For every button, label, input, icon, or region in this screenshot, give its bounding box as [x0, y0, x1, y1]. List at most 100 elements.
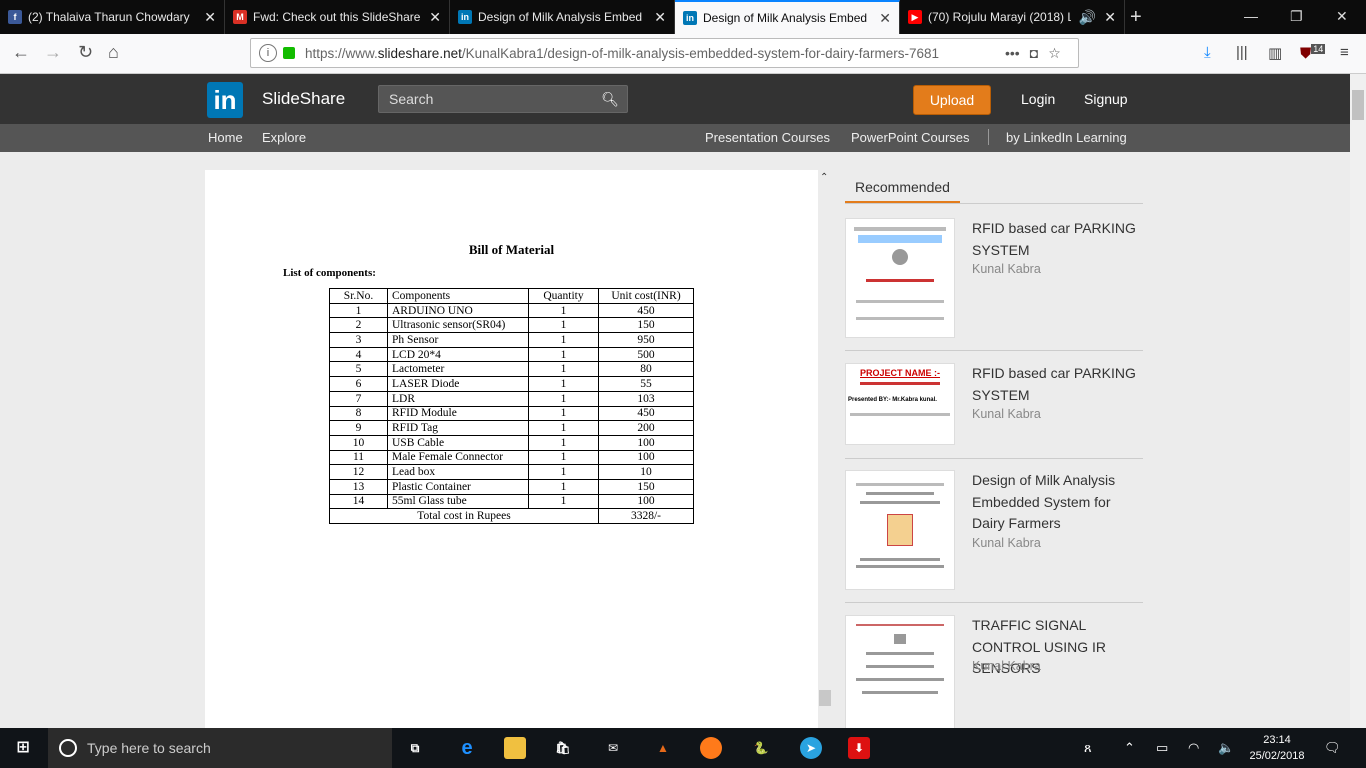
cortana-icon[interactable]	[59, 739, 77, 757]
scrollbar-thumb[interactable]	[1352, 90, 1364, 120]
url-bar[interactable]: i https://www.slideshare.net/KunalKabra1…	[250, 38, 1079, 68]
cell: Lactometer	[387, 361, 529, 378]
edge-icon[interactable]: e	[456, 737, 478, 759]
table-row: 14 55ml Glass tube 1 100	[329, 493, 694, 510]
task-view-icon[interactable]: ⧉	[404, 737, 426, 759]
ublock-icon[interactable]: ⛊ 14	[1300, 44, 1326, 62]
slide-thumbnail[interactable]	[845, 470, 955, 590]
close-icon[interactable]: ✕	[429, 9, 441, 26]
thumb-line	[860, 382, 940, 385]
signup-link[interactable]: Signup	[1084, 91, 1128, 107]
close-icon[interactable]: ✕	[204, 9, 216, 26]
divider	[845, 350, 1143, 351]
item-author[interactable]: Kunal Kabra	[972, 659, 1041, 673]
sidebar-icon[interactable]: ▥	[1268, 44, 1282, 62]
item-title[interactable]: Design of Milk Analysis Embedded System …	[972, 470, 1147, 535]
tab-slideshare-active[interactable]: in Design of Milk Analysis Embed ✕	[675, 0, 900, 34]
tab-recommended[interactable]: Recommended	[845, 170, 960, 204]
nav-linkedin-learning[interactable]: by LinkedIn Learning	[1006, 130, 1127, 145]
file-explorer-icon[interactable]	[504, 737, 526, 759]
search-input[interactable]	[379, 86, 594, 112]
slide-thumbnail[interactable]: PROJECT NAME :- Presented BY:- Mr.Kabra …	[845, 363, 955, 445]
close-icon[interactable]: ✕	[1104, 9, 1116, 26]
linkedin-logo[interactable]: in	[207, 82, 243, 118]
pocket-icon[interactable]: ◘	[1030, 45, 1038, 61]
restore-button[interactable]: ❐	[1290, 8, 1303, 25]
search-icon[interactable]: 🔍︎	[601, 91, 619, 108]
forward-icon[interactable]: →	[44, 42, 62, 63]
reload-icon[interactable]: ↻	[78, 42, 93, 63]
home-icon[interactable]: ⌂	[108, 42, 119, 63]
back-icon[interactable]: ←	[12, 42, 30, 63]
nav-presentation-courses[interactable]: Presentation Courses	[705, 130, 830, 145]
bookmark-star-icon[interactable]: ☆	[1048, 45, 1061, 62]
slide-document[interactable]: Bill of Material List of components: Sr.…	[205, 170, 818, 728]
slide-thumbnail[interactable]	[845, 615, 955, 735]
document-scrollbar[interactable]: ⌃	[818, 170, 832, 728]
show-hidden-icons[interactable]: ⌃	[1124, 740, 1135, 756]
cell: 1	[528, 449, 599, 466]
cell: Plastic Container	[387, 478, 529, 495]
page-scrollbar[interactable]	[1350, 74, 1366, 728]
mail-icon[interactable]: ✉	[602, 737, 624, 759]
battery-icon[interactable]: ▭	[1156, 740, 1168, 756]
column-header: Quantity	[528, 288, 599, 304]
item-author[interactable]: Kunal Kabra	[972, 262, 1041, 276]
tab-facebook[interactable]: f (2) Thalaiva Tharun Chowdary ✕	[0, 0, 225, 34]
telegram-icon[interactable]: ➤	[800, 737, 822, 759]
close-icon[interactable]: ✕	[654, 9, 666, 26]
windows-start-icon[interactable]: ⊞	[12, 737, 34, 759]
window-close-button[interactable]: ✕	[1336, 8, 1348, 25]
tab-title: (70) Rojulu Marayi (2018) La	[928, 10, 1071, 24]
login-link[interactable]: Login	[1021, 91, 1055, 107]
linkedin-icon: in	[458, 10, 472, 24]
tab-youtube[interactable]: ▶ (70) Rojulu Marayi (2018) La 🔊 ✕	[900, 0, 1125, 34]
cell: USB Cable	[387, 434, 529, 451]
table-row: 11 Male Female Connector 1 100	[329, 449, 694, 466]
python-icon[interactable]: 🐍	[750, 737, 772, 759]
lock-icon	[283, 47, 295, 59]
matlab-icon[interactable]: ▲	[652, 737, 674, 759]
scrollbar-thumb[interactable]	[819, 690, 831, 706]
downloader-icon[interactable]: ⬇	[848, 737, 870, 759]
nav-explore[interactable]: Explore	[262, 130, 306, 145]
cell: 1	[528, 493, 599, 510]
download-icon[interactable]: ⤓	[1204, 44, 1211, 61]
linkedin-icon: in	[683, 11, 697, 25]
store-icon[interactable]: 🛍	[552, 737, 574, 759]
upload-button[interactable]: Upload	[913, 85, 991, 115]
slide-thumbnail[interactable]	[845, 218, 955, 338]
total-label: Total cost in Rupees	[329, 508, 599, 524]
item-title[interactable]: RFID based car PARKING SYSTEM	[972, 363, 1147, 406]
tab-slideshare-1[interactable]: in Design of Milk Analysis Embed ✕	[450, 0, 675, 34]
brand-name[interactable]: SlideShare	[262, 89, 345, 109]
volume-icon[interactable]: 🔈	[1218, 740, 1234, 756]
thumb-line	[860, 558, 940, 561]
nav-home[interactable]: Home	[208, 130, 243, 145]
menu-icon[interactable]: ≡	[1340, 44, 1349, 61]
facebook-icon: f	[8, 10, 22, 24]
speaker-icon[interactable]: 🔊	[1079, 9, 1096, 26]
firefox-icon[interactable]	[700, 737, 722, 759]
notifications-icon[interactable]: 🗨	[1324, 740, 1341, 756]
wifi-icon[interactable]: ◠	[1188, 740, 1199, 756]
item-author[interactable]: Kunal Kabra	[972, 536, 1041, 550]
new-tab-button[interactable]: +	[1130, 6, 1142, 29]
scroll-up-icon[interactable]: ⌃	[820, 172, 828, 183]
cell: 3	[329, 332, 388, 348]
thumb-line	[860, 501, 940, 504]
close-icon[interactable]: ✕	[879, 10, 891, 27]
taskbar-search-input[interactable]	[87, 740, 357, 756]
system-clock[interactable]: 23:14 25/02/2018	[1244, 732, 1310, 764]
info-icon[interactable]: i	[259, 44, 277, 62]
library-icon[interactable]: |||	[1236, 44, 1248, 61]
nav-powerpoint-courses[interactable]: PowerPoint Courses	[851, 130, 970, 145]
people-icon[interactable]: ጸ	[1084, 740, 1092, 756]
tab-gmail[interactable]: M Fwd: Check out this SlideShare ✕	[225, 0, 450, 34]
search-box: 🔍︎	[378, 85, 628, 113]
item-author[interactable]: Kunal Kabra	[972, 407, 1041, 421]
page-actions-icon[interactable]: •••	[1005, 45, 1020, 61]
item-title[interactable]: RFID based car PARKING SYSTEM	[972, 218, 1147, 261]
minimize-button[interactable]: —	[1244, 8, 1258, 24]
url-text[interactable]: https://www.slideshare.net/KunalKabra1/d…	[305, 46, 995, 61]
